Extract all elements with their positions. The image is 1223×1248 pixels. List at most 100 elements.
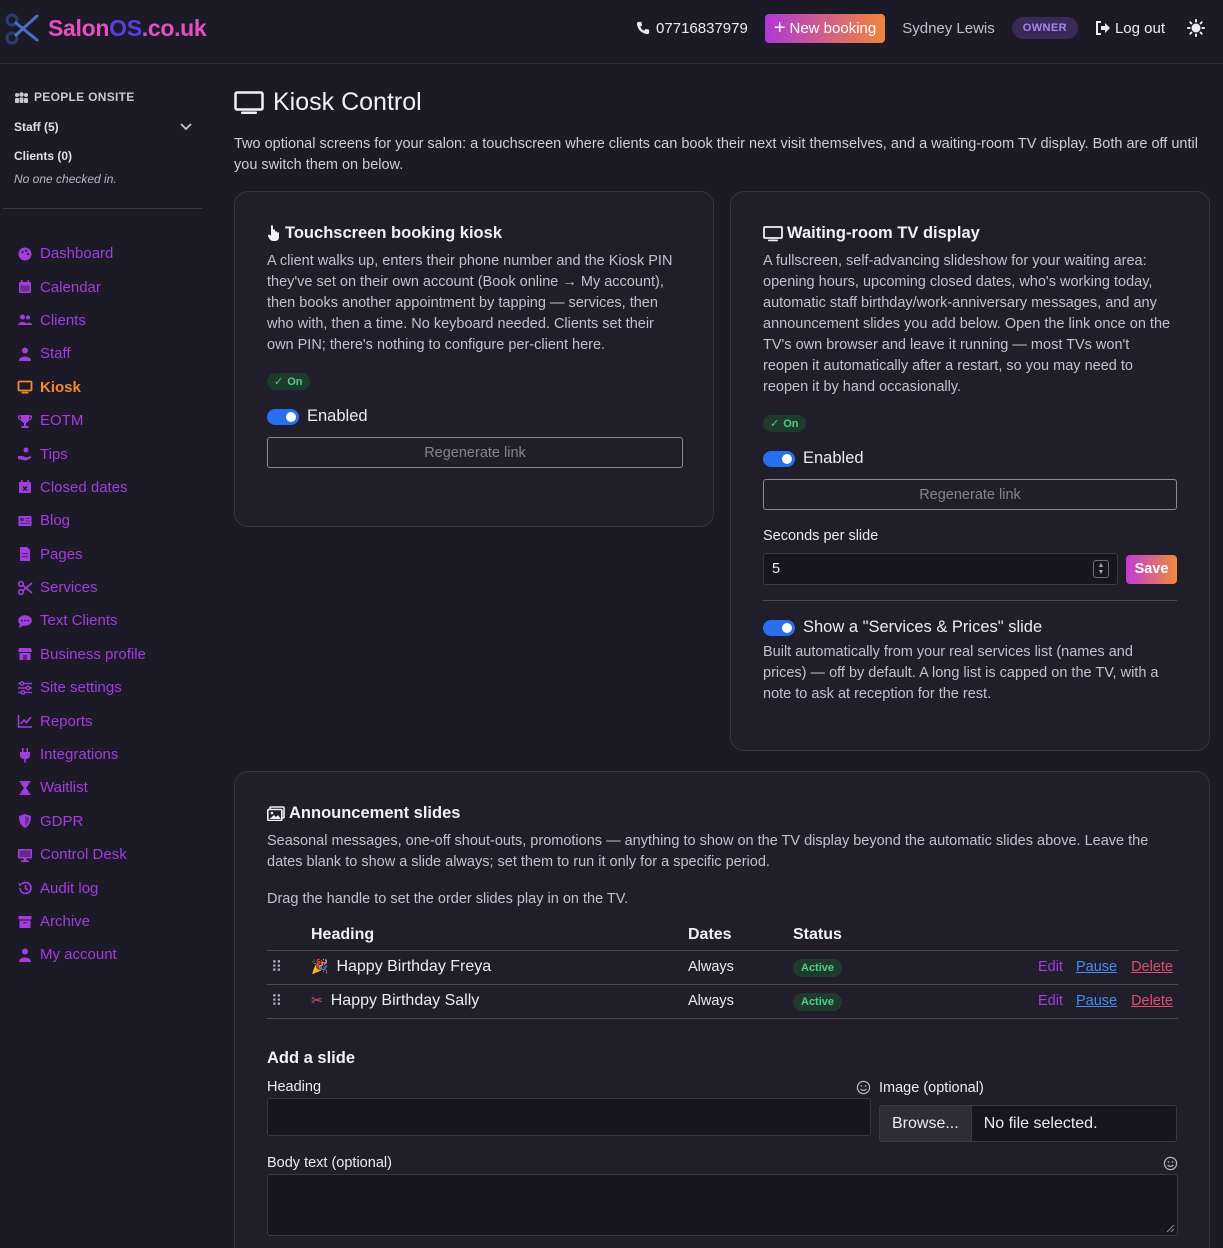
no-file-label: No file selected. <box>983 1114 1098 1132</box>
sidebar-item-label: Reports <box>40 712 93 730</box>
logo[interactable]: SalonOS.co.uk <box>4 10 207 46</box>
tv-icon <box>763 225 783 241</box>
drag-handle-icon[interactable]: ⠿ <box>271 959 282 976</box>
sidebar-item-label: GDPR <box>40 812 84 830</box>
staff-onsite-label: Staff (5) <box>14 120 59 134</box>
plug-icon <box>16 746 33 763</box>
kiosk-regenerate-link-button[interactable]: Regenerate link <box>267 437 683 468</box>
sidebar-item-staff[interactable]: Staff <box>16 337 206 370</box>
sidebar-item-eotm[interactable]: EOTM <box>16 404 206 437</box>
emoji-picker-icon[interactable] <box>856 1080 871 1095</box>
sidebar-item-label: My account <box>40 946 117 964</box>
sidebar-item-pages[interactable]: Pages <box>16 538 206 571</box>
pause-link[interactable]: Pause <box>1076 959 1117 975</box>
save-seconds-button[interactable]: Save <box>1126 554 1177 584</box>
phone-number: 07716837979 <box>656 19 748 37</box>
browse-button[interactable]: Browse... <box>880 1106 972 1141</box>
announcements-desc: Seasonal messages, one-off shout-outs, p… <box>267 833 1149 870</box>
number-spinner-icon[interactable]: ▲ ▼ <box>1093 560 1109 578</box>
image-file-input[interactable]: Browse... No file selected. <box>879 1105 1177 1142</box>
kiosk-enabled-toggle[interactable] <box>267 408 299 425</box>
logout-icon <box>1095 21 1110 35</box>
dates-cell: Always <box>688 950 793 985</box>
sidebar-item-label: Control Desk <box>40 846 127 864</box>
slide-heading: Happy Birthday Sally <box>330 992 480 1009</box>
logout-button[interactable]: Log out <box>1095 20 1165 37</box>
hand-coin-icon <box>16 446 33 463</box>
sidebar-item-archive[interactable]: Archive <box>16 905 206 938</box>
history-icon <box>16 880 33 897</box>
sidebar-item-audit-log[interactable]: Audit log <box>16 871 206 904</box>
edit-link[interactable]: Edit <box>1038 993 1063 1009</box>
phone-link[interactable]: 07716837979 <box>636 20 748 37</box>
drag-handle-icon[interactable]: ⠿ <box>271 993 282 1010</box>
resize-handle-icon[interactable] <box>1165 1223 1175 1233</box>
drag-hint: Drag the handle to set the order slides … <box>267 891 629 907</box>
tv-icon <box>234 90 264 114</box>
sidebar-item-label: Waitlist <box>40 779 88 797</box>
services-slide-desc: Built automatically from your real servi… <box>763 644 1159 702</box>
edit-link[interactable]: Edit <box>1038 959 1063 975</box>
sidebar-item-tips[interactable]: Tips <box>16 437 206 470</box>
kiosk-status-badge: ✓ On <box>267 373 310 390</box>
new-booking-button[interactable]: + New booking <box>764 13 886 43</box>
theme-toggle-icon[interactable] <box>1187 19 1205 37</box>
sidebar-item-label: Archive <box>40 913 91 930</box>
seconds-per-slide-label: Seconds per slide <box>763 528 879 544</box>
pause-link[interactable]: Pause <box>1076 993 1117 1009</box>
slides-table: Heading Dates Status ⠿ 🎉 Happy Birthday Fr… <box>267 920 1178 1019</box>
actions-cell: Edit Pause Delete <box>923 984 1178 1019</box>
sidebar-item-services[interactable]: Services <box>16 571 206 604</box>
body-field-label: Body text (optional) <box>267 1155 392 1171</box>
sidebar-item-blog[interactable]: Blog <box>16 504 206 537</box>
sidebar-item-clients[interactable]: Clients <box>16 304 206 337</box>
emoji-picker-icon[interactable] <box>1163 1156 1178 1171</box>
table-row: ⠿ ✂ Happy Birthday Sally Always Active Edit Pa… <box>267 984 1178 1019</box>
delete-link[interactable]: Delete <box>1131 993 1173 1009</box>
shield-icon <box>16 813 33 830</box>
tv-regenerate-link-button[interactable]: Regenerate link <box>763 479 1177 510</box>
tv-enabled-toggle[interactable] <box>763 450 795 467</box>
sidebar-item-integrations[interactable]: Integrations <box>16 738 206 771</box>
hourglass-icon <box>16 779 33 796</box>
sidebar-item-closed-dates[interactable]: Closed dates <box>16 471 206 504</box>
tv-icon <box>16 379 33 396</box>
sidebar-item-label: Business profile <box>40 645 146 663</box>
users-icon <box>16 312 33 329</box>
heading-column-header: Heading <box>311 920 688 951</box>
delete-link[interactable]: Delete <box>1131 959 1173 975</box>
sidebar-item-business-profile[interactable]: Business profile <box>16 638 206 671</box>
sidebar-item-gdpr[interactable]: GDPR <box>16 805 206 838</box>
sidebar-item-waitlist[interactable]: Waitlist <box>16 771 206 804</box>
clients-onsite-label: Clients (0) <box>14 149 73 163</box>
user-name[interactable]: Sydney Lewis <box>902 20 995 37</box>
seconds-per-slide-value: 5 <box>772 561 781 577</box>
sidebar-item-kiosk[interactable]: Kiosk <box>16 371 206 404</box>
sidebar-item-site-settings[interactable]: Site settings <box>16 671 206 704</box>
drag-handle[interactable]: ⠿ <box>267 984 311 1019</box>
heading-field-label: Heading <box>267 1079 322 1095</box>
logo-text-tld: .co.uk <box>141 14 207 41</box>
add-slide-title: Add a slide <box>267 1049 356 1067</box>
services-slide-toggle[interactable] <box>763 619 795 636</box>
sidebar-item-dashboard[interactable]: Dashboard <box>16 237 206 270</box>
sidebar: PEOPLE ONSITE Staff (5) Clients (0) No o… <box>0 64 216 1248</box>
sidebar-item-control-desk[interactable]: Control Desk <box>16 838 206 871</box>
body-textarea[interactable] <box>267 1174 1178 1236</box>
announcements-title: Announcement slides <box>289 804 461 822</box>
check-icon: ✓ <box>770 418 780 430</box>
sidebar-item-label: Site settings <box>40 679 122 697</box>
kiosk-enabled-label: Enabled <box>307 407 368 425</box>
page-title: Kiosk Control <box>273 88 422 116</box>
sidebar-item-text-clients[interactable]: Text Clients <box>16 604 206 637</box>
sidebar-item-reports[interactable]: Reports <box>16 704 206 737</box>
sidebar-item-calendar[interactable]: Calendar <box>16 270 206 303</box>
heading-input[interactable] <box>267 1098 871 1136</box>
page-intro: Two optional screens for your salon: a t… <box>234 136 1198 173</box>
seconds-per-slide-input[interactable]: 5 ▲ ▼ <box>763 553 1118 585</box>
drag-handle[interactable]: ⠿ <box>267 950 311 985</box>
sidebar-item-my-account[interactable]: My account <box>16 938 206 971</box>
sidebar-item-label: Pages <box>40 545 83 563</box>
staff-onsite-toggle[interactable]: Staff (5) <box>14 120 192 134</box>
store-icon <box>16 646 33 663</box>
